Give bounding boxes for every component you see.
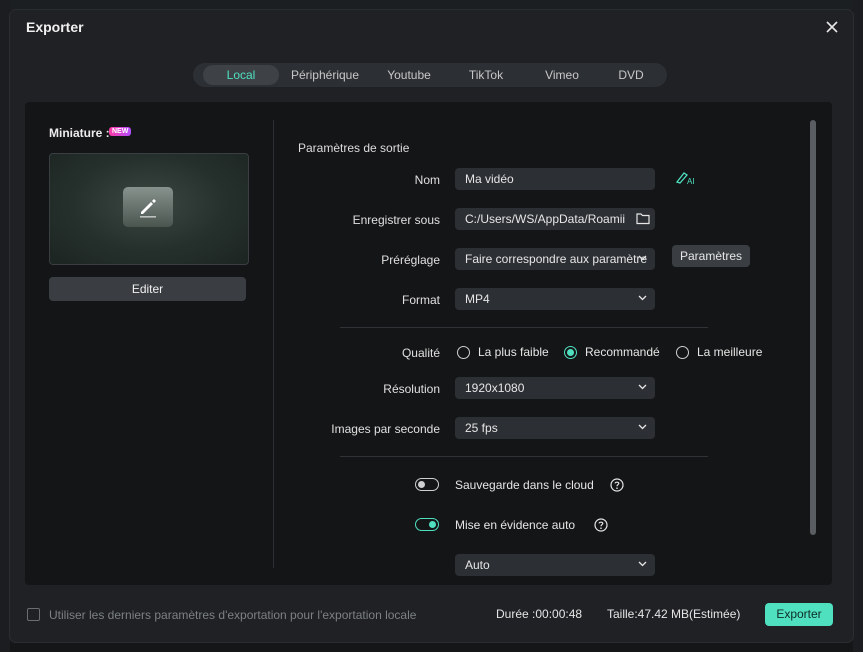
duration-readout: Durée :00:00:48 — [496, 607, 583, 621]
save-to-label: Enregistrer sous — [352, 213, 440, 227]
section-divider — [340, 456, 708, 457]
size-readout: Taille:47.42 MB(Estimée) — [607, 607, 741, 621]
tab-dvd[interactable]: DVD — [603, 65, 659, 85]
auto-highlight-toggle[interactable] — [415, 518, 439, 531]
fps-value: 25 fps — [465, 421, 498, 435]
edit-thumbnail-button[interactable]: Editer — [49, 277, 246, 301]
chevron-down-icon — [638, 384, 647, 390]
chevron-down-icon — [638, 561, 647, 567]
quality-lowest-radio[interactable] — [457, 346, 470, 359]
quality-label: Qualité — [401, 346, 440, 360]
preset-value: Faire correspondre aux paramètre — [465, 252, 648, 266]
quality-recommended-radio[interactable] — [564, 346, 577, 359]
settings-panel: Miniature : NEW Editer Paramètres de sor… — [25, 102, 832, 585]
tab-vimeo[interactable]: Vimeo — [527, 65, 597, 85]
use-last-settings-label[interactable]: Utiliser les derniers paramètres d'expor… — [49, 608, 416, 622]
section-divider — [340, 327, 708, 328]
tab-peripherique[interactable]: Périphérique — [285, 65, 365, 85]
resolution-value: 1920x1080 — [465, 381, 525, 395]
scrollbar[interactable] — [810, 120, 816, 535]
save-to-input[interactable]: C:/Users/WS/AppData/Roamii — [455, 208, 655, 230]
tab-tiktok[interactable]: TikTok — [451, 65, 521, 85]
ai-rename-icon[interactable]: AI — [675, 169, 695, 185]
auto-highlight-label: Mise en évidence auto — [455, 518, 576, 532]
vertical-divider — [273, 120, 274, 568]
chevron-down-icon — [638, 295, 647, 301]
toggle-knob — [429, 520, 436, 528]
name-label: Nom — [414, 173, 440, 187]
toggle-knob — [418, 480, 425, 488]
name-input[interactable]: Ma vidéo — [455, 168, 655, 190]
help-icon[interactable] — [594, 518, 608, 532]
quality-best-radio[interactable] — [676, 346, 689, 359]
resolution-select[interactable]: 1920x1080 — [455, 377, 655, 399]
thumbnail-label: Miniature : — [49, 126, 110, 140]
fps-select[interactable]: 25 fps — [455, 417, 655, 439]
close-button[interactable] — [823, 18, 841, 36]
output-settings-title: Paramètres de sortie — [298, 141, 410, 155]
save-to-value: C:/Users/WS/AppData/Roamii — [465, 212, 626, 226]
dialog-title: Exporter — [26, 19, 84, 35]
export-button[interactable]: Exporter — [765, 603, 833, 626]
chevron-down-icon — [638, 424, 647, 430]
help-icon[interactable] — [610, 478, 624, 492]
thumbnail-preview[interactable] — [49, 153, 249, 265]
cloud-backup-label: Sauvegarde dans le cloud — [455, 478, 594, 492]
preset-parameters-button[interactable]: Paramètres — [672, 245, 750, 267]
export-target-tabs: Local Périphérique Youtube TikTok Vimeo … — [193, 63, 667, 87]
fps-label: Images par seconde — [331, 422, 440, 436]
background-app-left — [0, 0, 10, 652]
background-app-right — [853, 0, 863, 652]
resolution-label: Résolution — [383, 382, 440, 396]
background-app-strip — [0, 0, 863, 10]
tab-youtube[interactable]: Youtube — [373, 65, 445, 85]
svg-text:AI: AI — [687, 177, 695, 185]
format-label: Format — [401, 293, 440, 307]
quality-best-label[interactable]: La meilleure — [697, 345, 762, 359]
export-dialog: Exporter Local Périphérique Youtube TikT… — [10, 10, 853, 642]
preset-select[interactable]: Faire correspondre aux paramètre — [455, 248, 655, 270]
folder-icon[interactable] — [636, 212, 650, 225]
quality-lowest-label[interactable]: La plus faible — [478, 345, 549, 359]
chevron-down-icon — [638, 255, 647, 261]
edit-thumbnail-icon — [123, 187, 173, 227]
highlight-mode-value: Auto — [465, 558, 490, 572]
highlight-mode-select[interactable]: Auto — [455, 554, 655, 576]
close-icon — [826, 21, 838, 33]
tab-local[interactable]: Local — [203, 65, 279, 85]
format-value: MP4 — [465, 292, 490, 306]
new-badge: NEW — [109, 127, 132, 136]
format-select[interactable]: MP4 — [455, 288, 655, 310]
cloud-backup-toggle[interactable] — [415, 478, 439, 491]
use-last-settings-checkbox[interactable] — [27, 608, 40, 621]
name-value: Ma vidéo — [465, 172, 514, 186]
preset-label: Préréglage — [381, 253, 440, 267]
quality-recommended-label[interactable]: Recommandé — [585, 345, 660, 359]
